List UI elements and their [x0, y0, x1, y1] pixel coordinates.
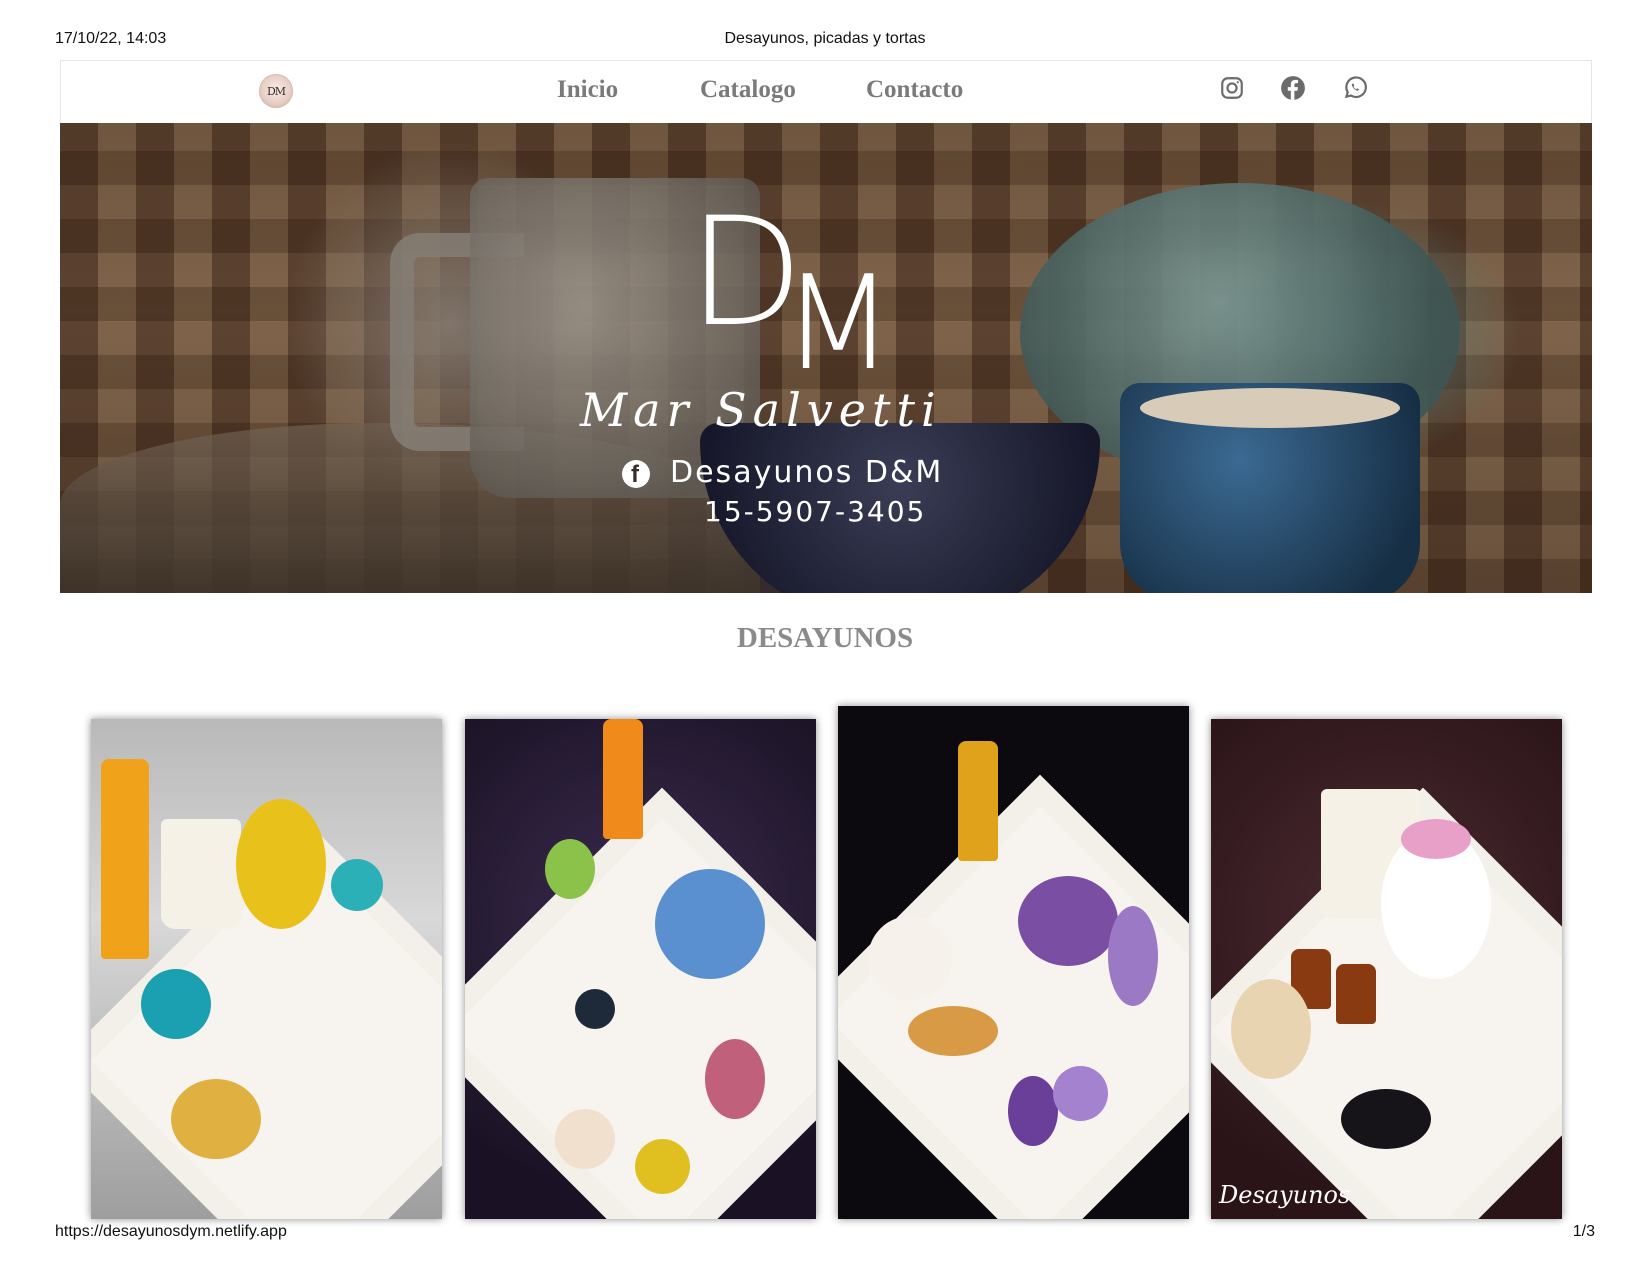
product-card-3-cookie-2 — [1053, 1066, 1108, 1121]
brand-logo-text: DM — [266, 84, 286, 98]
product-card-1-minion — [236, 799, 326, 929]
product-card-1-cupcake — [141, 969, 211, 1039]
nav-link-catalogo[interactable]: Catalogo — [700, 76, 796, 104]
product-card-1-cupcake-2 — [331, 859, 383, 911]
hero-facebook-page: Desayunos D&M — [670, 455, 944, 490]
product-card-1-tart — [171, 1079, 261, 1159]
facebook-icon[interactable] — [1280, 75, 1306, 101]
hero-logo-overlay: D M Mar Salvetti f Desayunos D&M 15-5907… — [60, 123, 1592, 593]
hero-banner: D M Mar Salvetti f Desayunos D&M 15-5907… — [60, 123, 1592, 593]
nav-link-contacto[interactable]: Contacto — [866, 76, 963, 104]
product-card-1[interactable] — [91, 719, 442, 1219]
product-card-3-alfajor — [868, 916, 953, 1001]
product-card-3-cakepop — [1108, 906, 1158, 1006]
product-card-4[interactable]: Desayunos — [1211, 719, 1562, 1219]
product-card-3-cookie — [1008, 1076, 1058, 1146]
product-card-2-cookie — [575, 989, 615, 1029]
product-card-4-cake-frosting — [1401, 819, 1471, 859]
product-card-2[interactable] — [465, 719, 816, 1219]
product-card-4-chocolate-cat — [1341, 1089, 1431, 1149]
product-card-2-cake — [655, 869, 765, 979]
product-card-4-watermark: Desayunos — [1219, 1181, 1351, 1209]
instagram-icon[interactable] — [1219, 75, 1245, 101]
navbar: DM Inicio Catalogo Contacto — [60, 60, 1592, 122]
print-page-number: 1/3 — [1572, 1223, 1595, 1240]
product-card-2-juice — [603, 719, 643, 839]
hero-script-name: Mar Salvetti — [580, 383, 942, 437]
product-card-3-cake — [1018, 876, 1118, 966]
product-card-3-juice — [958, 741, 998, 861]
print-header: 17/10/22, 14:03 Desayunos, picadas y tor… — [55, 30, 1595, 52]
product-card-1-mug — [161, 819, 241, 929]
print-footer: https://desayunosdym.netlify.app 1/3 — [55, 1223, 1595, 1245]
section-title-desayunos: DESAYUNOS — [736, 622, 914, 654]
product-card-2-cakepop — [545, 839, 595, 899]
brand-logo[interactable]: DM — [259, 74, 293, 108]
print-page-title: Desayunos, picadas y tortas — [724, 30, 926, 47]
product-card-1-juice — [101, 759, 149, 959]
product-card-2-donut — [555, 1109, 615, 1169]
hero-logo-m: M — [782, 247, 895, 399]
hero-phone: 15-5907-3405 — [704, 495, 927, 528]
product-card-3-croissant — [908, 1006, 998, 1056]
hero-facebook-glyph: f — [631, 461, 639, 488]
print-url: https://desayunosdym.netlify.app — [55, 1223, 287, 1240]
nav-link-inicio[interactable]: Inicio — [557, 76, 618, 104]
product-card-2-donut-2 — [635, 1139, 690, 1194]
product-card-2-dessert — [705, 1039, 765, 1119]
whatsapp-icon[interactable] — [1342, 75, 1368, 101]
product-card-4-toast — [1231, 979, 1311, 1079]
hero-facebook-icon: f — [622, 460, 650, 488]
product-card-4-jam-2 — [1336, 964, 1376, 1024]
product-card-3[interactable] — [838, 706, 1189, 1219]
